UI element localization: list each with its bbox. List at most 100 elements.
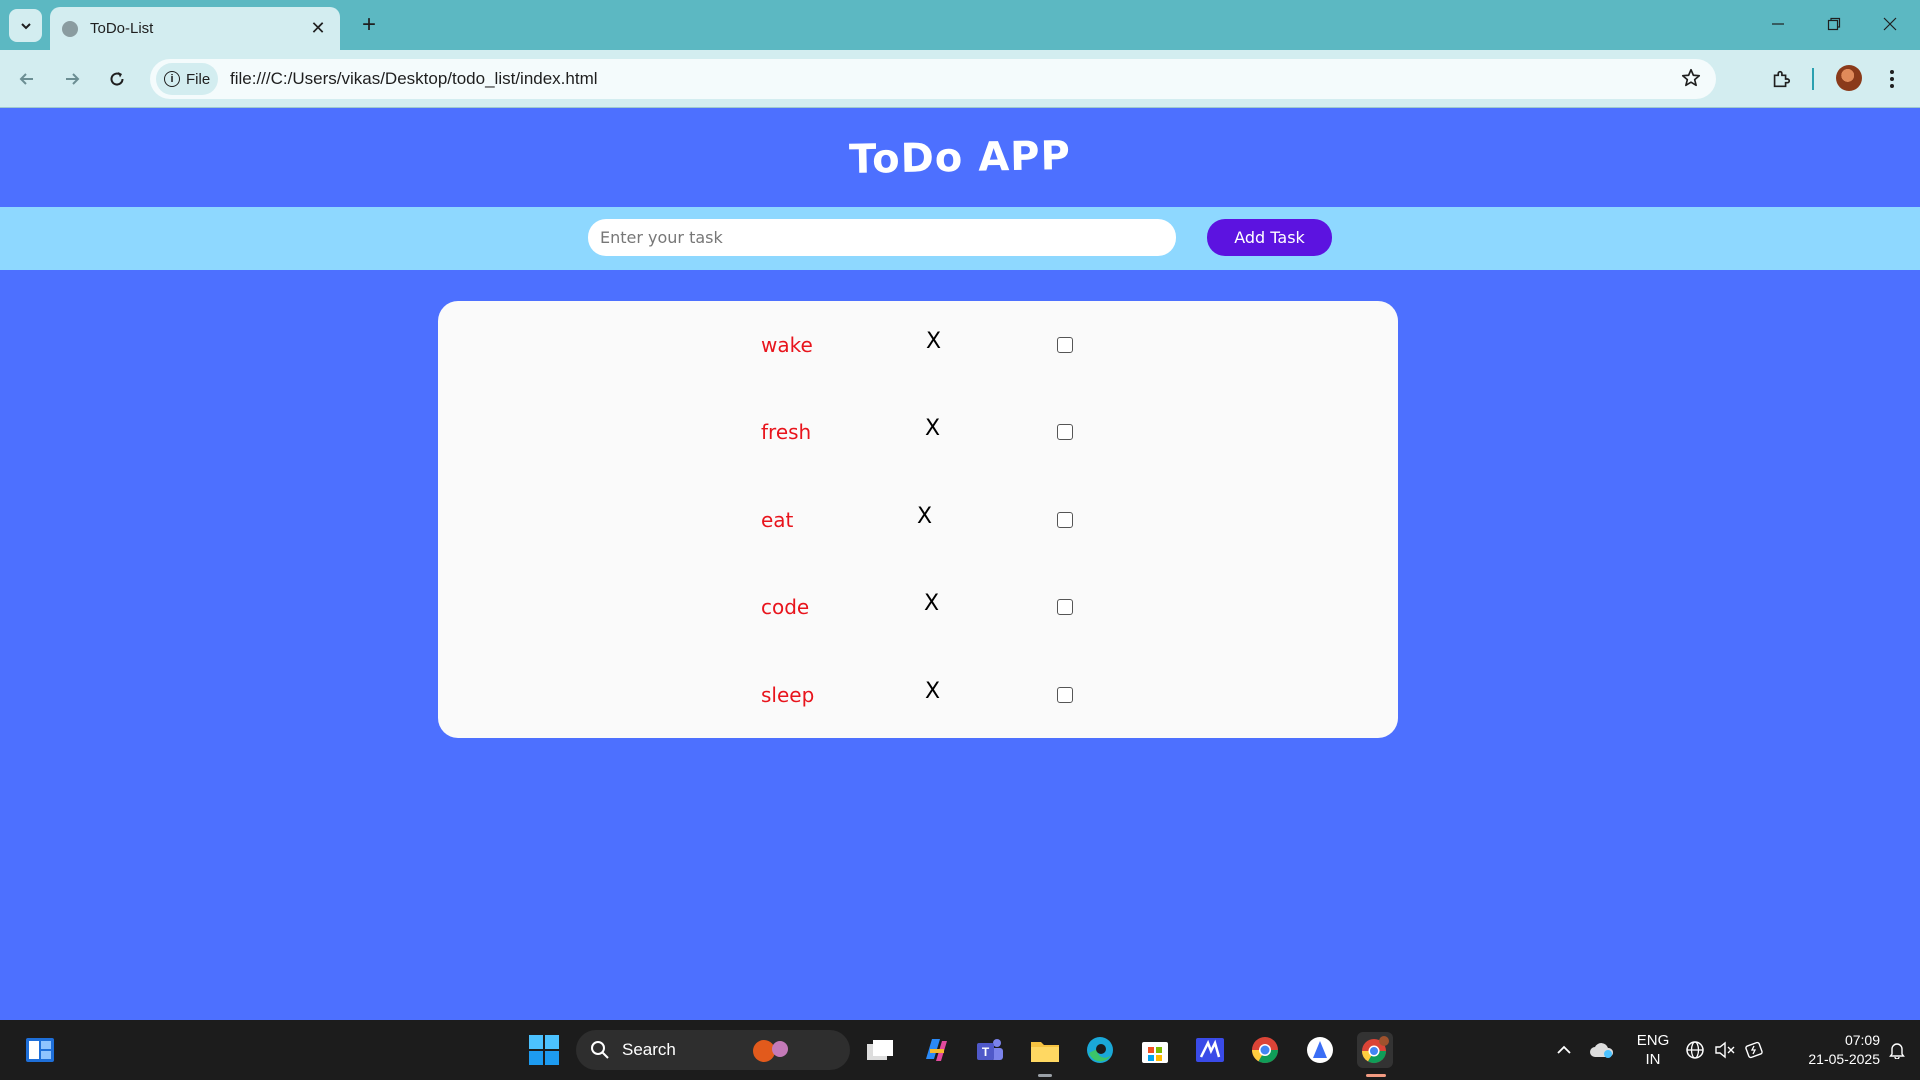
clock-date: 21-05-2025 bbox=[1808, 1051, 1880, 1067]
task-row: fresh X bbox=[438, 408, 1398, 458]
delete-task-button[interactable]: X bbox=[925, 679, 940, 704]
site-info-chip[interactable]: i File bbox=[156, 63, 218, 95]
profile-avatar[interactable] bbox=[1836, 65, 1862, 91]
task-row: sleep X bbox=[438, 671, 1398, 721]
chevron-up-icon bbox=[1557, 1045, 1571, 1054]
teams-app[interactable]: T bbox=[972, 1032, 1008, 1068]
browser-menu-button[interactable] bbox=[1876, 63, 1908, 95]
chrome-app[interactable] bbox=[1247, 1032, 1283, 1068]
task-checkbox[interactable] bbox=[1057, 337, 1073, 353]
language-line1: ENG bbox=[1636, 1032, 1670, 1049]
task-checkbox[interactable] bbox=[1057, 424, 1073, 440]
editor-icon bbox=[1196, 1038, 1224, 1062]
forward-button[interactable] bbox=[56, 63, 88, 95]
widgets-icon bbox=[26, 1038, 54, 1062]
delete-task-button[interactable]: X bbox=[924, 591, 939, 616]
chevron-down-icon bbox=[20, 22, 31, 29]
widgets-button[interactable] bbox=[22, 1032, 58, 1068]
toolbar-separator bbox=[1812, 68, 1814, 90]
store-app[interactable] bbox=[1137, 1032, 1173, 1068]
search-label: Search bbox=[622, 1040, 676, 1059]
bookmark-star-icon[interactable] bbox=[1680, 67, 1702, 94]
input-bar: Add Task bbox=[0, 207, 1920, 270]
task-label: eat bbox=[761, 508, 794, 532]
info-icon: i bbox=[164, 71, 180, 87]
task-list: wake X fresh X eat X code X sleep X bbox=[438, 301, 1398, 738]
active-app-indicator bbox=[1366, 1074, 1386, 1077]
browser-tab[interactable]: ToDo-List ✕ bbox=[50, 7, 340, 50]
delete-task-button[interactable]: X bbox=[926, 329, 941, 354]
edge-icon bbox=[1087, 1037, 1113, 1063]
reload-icon bbox=[110, 72, 124, 86]
browser-tab-strip: ToDo-List ✕ + bbox=[0, 0, 1920, 50]
globe-network-icon bbox=[1686, 1041, 1704, 1059]
extensions-button[interactable] bbox=[1765, 63, 1797, 95]
task-row: wake X bbox=[438, 321, 1398, 371]
new-tab-button[interactable]: + bbox=[354, 10, 384, 40]
folder-icon bbox=[1031, 1042, 1059, 1062]
battery-icon bbox=[1745, 1041, 1763, 1059]
chrome-profile-icon bbox=[1362, 1036, 1389, 1064]
task-checkbox[interactable] bbox=[1057, 687, 1073, 703]
delete-task-button[interactable]: X bbox=[925, 416, 940, 441]
task-label: fresh bbox=[761, 420, 812, 444]
start-button[interactable] bbox=[526, 1032, 562, 1068]
onedrive-button[interactable] bbox=[1584, 1032, 1620, 1068]
assistant-icon bbox=[1307, 1037, 1333, 1063]
delete-task-button[interactable]: X bbox=[917, 504, 932, 529]
arrow-right-icon bbox=[66, 73, 80, 85]
task-checkbox[interactable] bbox=[1057, 599, 1073, 615]
task-label: wake bbox=[761, 333, 813, 357]
editor-app[interactable] bbox=[1192, 1032, 1228, 1068]
add-task-button[interactable]: Add Task bbox=[1207, 219, 1332, 256]
tab-close-icon[interactable]: ✕ bbox=[308, 18, 328, 39]
browser-toolbar: i File file:///C:/Users/vikas/Desktop/to… bbox=[0, 50, 1920, 108]
clock[interactable]: 07:09 21-05-2025 bbox=[1780, 1031, 1880, 1069]
task-label: code bbox=[761, 595, 810, 619]
language-line2: IN bbox=[1645, 1051, 1661, 1068]
task-view-icon bbox=[867, 1040, 893, 1060]
file-explorer-app[interactable] bbox=[1027, 1032, 1063, 1068]
network-button[interactable] bbox=[1680, 1032, 1710, 1068]
copilot-app[interactable] bbox=[917, 1032, 953, 1068]
chrome-profile-app[interactable] bbox=[1357, 1032, 1393, 1068]
taskbar: Search T ENG IN 07:09 21-05-2025 bbox=[0, 1020, 1920, 1080]
search-highlight-icon bbox=[752, 1040, 788, 1062]
restore-button[interactable] bbox=[1814, 8, 1854, 40]
task-input[interactable] bbox=[588, 219, 1176, 256]
edge-app[interactable] bbox=[1082, 1032, 1118, 1068]
volume-muted-icon bbox=[1715, 1041, 1735, 1059]
arrow-left-icon bbox=[19, 73, 33, 85]
task-row: eat X bbox=[438, 496, 1398, 546]
taskbar-search[interactable]: Search bbox=[576, 1030, 850, 1070]
address-bar[interactable]: i File file:///C:/Users/vikas/Desktop/to… bbox=[150, 59, 1716, 99]
active-app-indicator bbox=[1038, 1074, 1052, 1077]
show-hidden-icons-button[interactable] bbox=[1546, 1032, 1582, 1068]
chrome-icon bbox=[1251, 1037, 1279, 1064]
url-text[interactable]: file:///C:/Users/vikas/Desktop/todo_list… bbox=[230, 69, 598, 89]
notification-bell-icon bbox=[1889, 1043, 1905, 1059]
language-indicator[interactable]: ENG IN bbox=[1630, 1031, 1676, 1069]
tab-search-button[interactable] bbox=[9, 9, 42, 42]
teams-icon: T bbox=[977, 1039, 1003, 1060]
copilot-icon bbox=[926, 1039, 947, 1061]
back-button[interactable] bbox=[11, 63, 43, 95]
task-label: sleep bbox=[761, 683, 815, 707]
battery-button[interactable] bbox=[1740, 1032, 1770, 1068]
puzzle-icon bbox=[1773, 70, 1791, 88]
todo-page: ToDo APP Add Task wake X fresh X eat X c… bbox=[0, 109, 1920, 1020]
assistant-app[interactable] bbox=[1302, 1032, 1338, 1068]
task-view-button[interactable] bbox=[862, 1032, 898, 1068]
close-window-button[interactable] bbox=[1870, 8, 1910, 40]
reload-button[interactable] bbox=[101, 63, 133, 95]
minimize-button[interactable] bbox=[1758, 8, 1798, 40]
restore-icon bbox=[1827, 17, 1841, 31]
task-row: code X bbox=[438, 583, 1398, 633]
volume-button[interactable] bbox=[1710, 1032, 1740, 1068]
file-chip-label: File bbox=[186, 70, 211, 88]
task-checkbox[interactable] bbox=[1057, 512, 1073, 528]
windows-logo-icon bbox=[529, 1035, 559, 1065]
search-icon bbox=[591, 1041, 609, 1059]
store-icon bbox=[1142, 1042, 1168, 1063]
notifications-button[interactable] bbox=[1882, 1032, 1912, 1068]
